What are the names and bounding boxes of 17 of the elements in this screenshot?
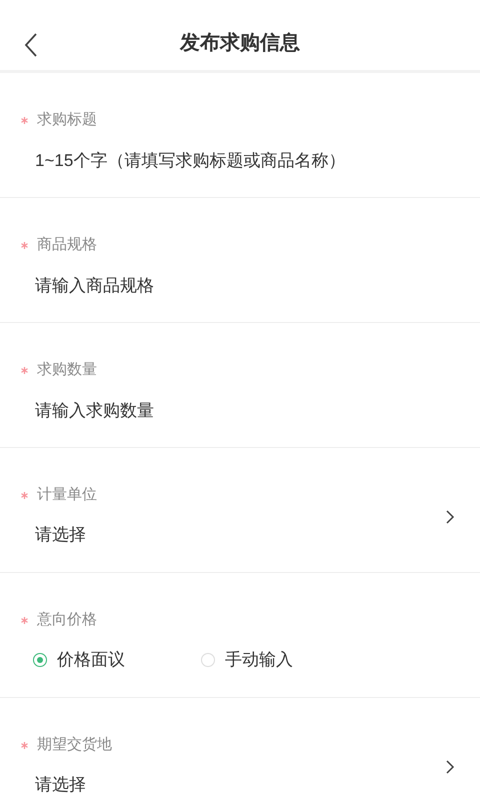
field-label: 求购数量	[37, 360, 97, 380]
select-value[interactable]: 请选择	[35, 772, 86, 798]
field-label: 计量单位	[37, 484, 97, 505]
field-label: 意向价格	[37, 610, 97, 630]
field-label: 商品规格	[37, 234, 97, 255]
chevron-right-icon	[445, 758, 455, 775]
input-field[interactable]: 请输入求购数量	[35, 397, 455, 425]
chevron-right-icon	[445, 508, 455, 525]
page-title: 发布求购信息	[180, 31, 300, 56]
back-icon	[24, 33, 38, 57]
field-label: 求购标题	[37, 110, 97, 130]
input-field[interactable]: 1~15个字（请填写求购标题或商品名称）	[35, 147, 455, 175]
radio-option[interactable]: 价格面议	[33, 647, 203, 672]
radio-option[interactable]: 手动输入	[201, 647, 371, 672]
select-value[interactable]: 请选择	[35, 522, 86, 548]
field-label: 期望交货地	[37, 734, 112, 755]
input-field[interactable]: 请输入商品规格	[35, 272, 455, 300]
